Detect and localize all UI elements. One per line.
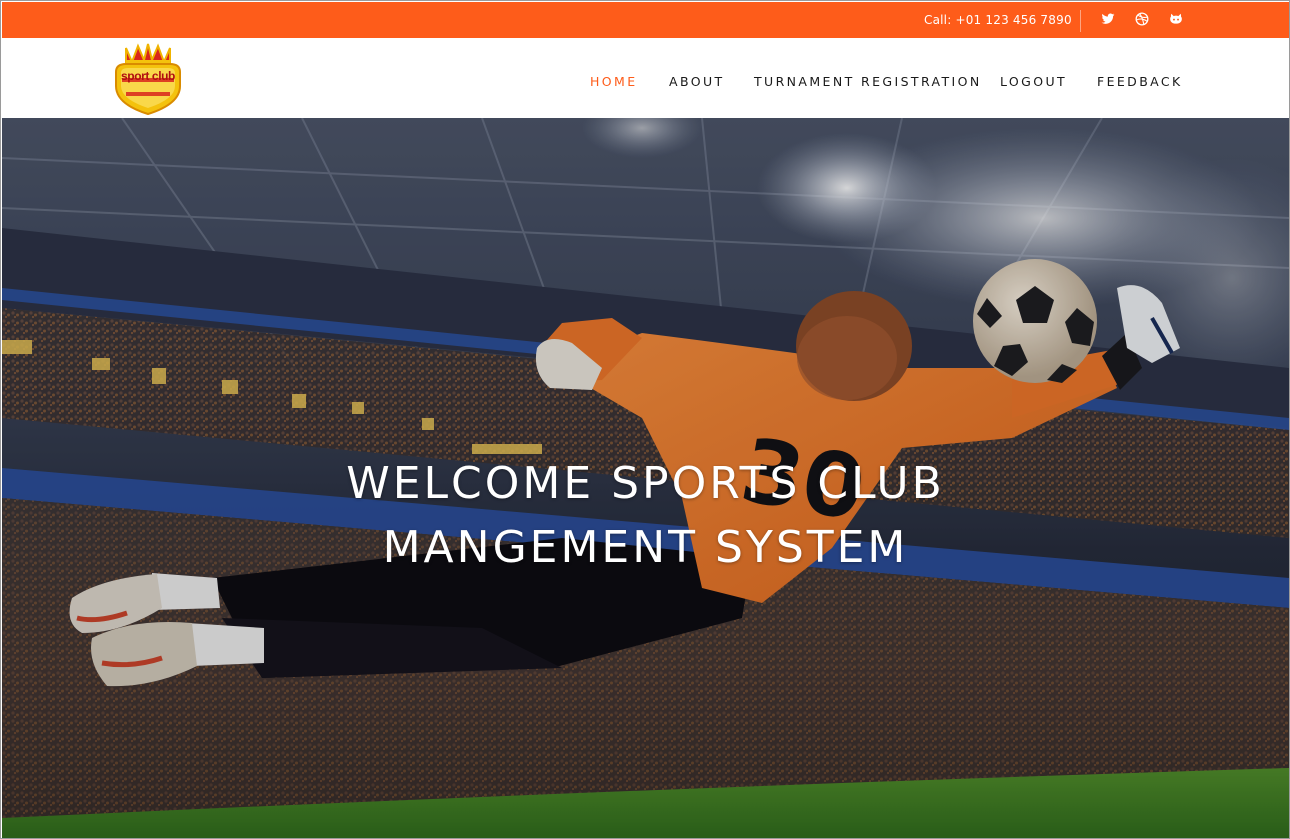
hero-title-line2: MANGEMENT SYSTEM — [382, 522, 909, 573]
browser-frame: Call: +01 123 456 7890 sport club HOME A… — [0, 0, 1290, 839]
nav-about[interactable]: ABOUT — [669, 74, 725, 89]
github-icon[interactable] — [1169, 12, 1183, 26]
dribbble-icon[interactable] — [1135, 12, 1149, 26]
nav-tournament-registration[interactable]: TURNAMENT REGISTRATION — [754, 74, 982, 89]
nav-logout[interactable]: LOGOUT — [1000, 74, 1067, 89]
nav-feedback[interactable]: FEEDBACK — [1097, 74, 1183, 89]
hero-title-line1: WELCOME SPORTS CLUB — [346, 458, 945, 509]
twitter-icon[interactable] — [1101, 12, 1115, 26]
call-phone-text: Call: +01 123 456 7890 — [924, 13, 1072, 27]
site-header: sport club HOME ABOUT TURNAMENT REGISTRA… — [2, 38, 1289, 118]
sport-club-logo[interactable]: sport club — [112, 42, 184, 116]
logo-text: sport club — [120, 69, 175, 83]
top-contact-bar: Call: +01 123 456 7890 — [2, 2, 1289, 38]
topbar-divider — [1080, 10, 1081, 32]
nav-home[interactable]: HOME — [590, 74, 638, 89]
hero-banner: 30 WELCOME SPORTS CLUB MANGEMENT SYSTEM — [2, 118, 1289, 838]
